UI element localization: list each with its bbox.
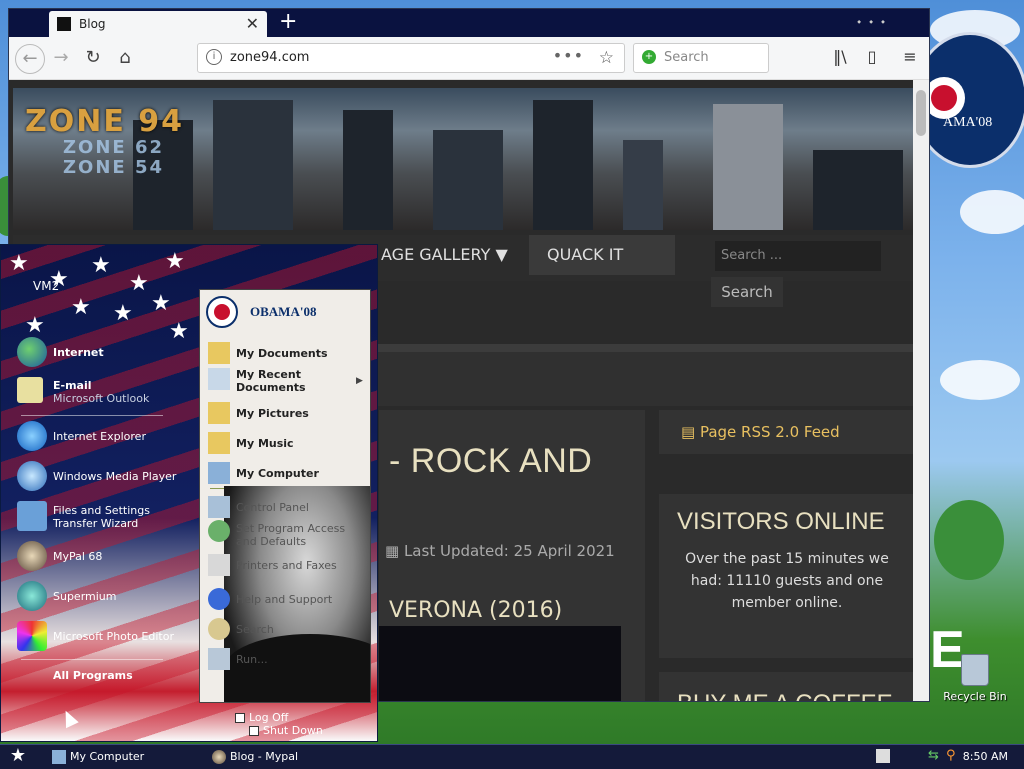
internet-explorer-icon xyxy=(17,421,47,451)
site-search-button[interactable]: Search xyxy=(711,277,783,307)
program-access-icon xyxy=(208,520,230,542)
media-player-icon xyxy=(17,461,47,491)
rss-icon: ▤ xyxy=(681,423,700,441)
globe-icon xyxy=(17,337,47,367)
obama-header: OBAMA'08 xyxy=(206,296,366,332)
site-search-input[interactable]: Search ... xyxy=(715,241,881,271)
info-icon[interactable]: i xyxy=(206,49,222,65)
system-tray: ⇆ ⚲ 8:50 AM xyxy=(874,745,1024,769)
url-bar[interactable]: i zone94.com ••• ☆ xyxy=(197,43,625,73)
mypal-icon xyxy=(212,750,226,764)
submenu-arrow-icon: ▶ xyxy=(356,376,363,386)
nav-bar: ← → ↻ ⌂ i zone94.com ••• ☆ + Search ‖\ ▯… xyxy=(9,37,929,80)
bookmark-star-icon[interactable]: ☆ xyxy=(599,47,614,69)
window-controls[interactable]: ⬩⬩⬩ xyxy=(857,15,893,29)
transfer-wizard-icon xyxy=(17,501,47,531)
all-programs-button[interactable]: All Programs xyxy=(53,669,133,682)
page-scrollbar[interactable] xyxy=(913,80,929,701)
forward-button[interactable]: → xyxy=(49,46,73,70)
menu-quack-it[interactable]: QUACK IT xyxy=(529,235,675,275)
shut-down-icon xyxy=(249,726,259,736)
chevron-down-icon: ▼ xyxy=(495,245,508,264)
recycle-bin-icon xyxy=(961,654,989,686)
photo-editor-icon xyxy=(17,621,47,651)
start-menu: ★ ★ ★ ★ ★ ★ ★ ★ ★ ★ VM2 Internet E-mail M… xyxy=(0,244,378,742)
network-icon[interactable]: ⇆ xyxy=(928,748,939,763)
tab-bar: Blog ✕ + ⬩⬩⬩ xyxy=(9,9,929,37)
tab-blog[interactable]: Blog ✕ xyxy=(49,11,267,37)
outlook-icon xyxy=(17,377,43,403)
search-tray-icon[interactable]: ⚲ xyxy=(946,748,956,763)
article-image xyxy=(379,626,621,701)
pictures-folder-icon xyxy=(208,402,230,424)
folder-icon xyxy=(208,342,230,364)
computer-icon xyxy=(52,750,66,764)
log-off-icon xyxy=(235,713,245,723)
printer-icon xyxy=(208,554,230,576)
visitors-widget: VISITORS ONLINE Over the past 15 minutes… xyxy=(659,494,913,658)
log-off-button[interactable]: Log Off xyxy=(235,711,288,724)
rss-feed-link[interactable]: ▤ Page RSS 2.0 Feed xyxy=(659,410,913,454)
calendar-icon: ▦ xyxy=(385,542,404,560)
menu-image-gallery[interactable]: AGE GALLERY ▼ xyxy=(363,235,526,275)
favicon-icon xyxy=(57,17,71,31)
article-subtitle[interactable]: VERONA (2016) xyxy=(389,598,562,623)
control-panel-icon xyxy=(208,496,230,518)
computer-icon xyxy=(208,462,230,484)
page-actions-icon[interactable]: ••• xyxy=(553,46,584,65)
library-icon[interactable]: ‖\ xyxy=(829,46,851,68)
article-title[interactable]: - ROCK AND xyxy=(389,442,592,481)
close-tab-icon[interactable]: ✕ xyxy=(246,14,259,33)
site-logo[interactable]: ZONE 94 xyxy=(25,104,184,139)
sidebar-icon[interactable]: ▯ xyxy=(861,46,883,68)
reload-button[interactable]: ↻ xyxy=(81,46,105,70)
run-icon xyxy=(208,648,230,670)
site-banner: ZONE 94 ZONE 62 ZONE 54 xyxy=(13,88,913,230)
recycle-bin[interactable]: Recycle Bin xyxy=(940,654,1010,703)
taskbar-item-my-computer[interactable]: My Computer xyxy=(50,747,200,767)
search-engine-icon: + xyxy=(642,50,656,64)
taskbar: ★ My Computer Blog - Mypal ⇆ ⚲ 8:50 AM xyxy=(0,744,1024,769)
new-tab-button[interactable]: + xyxy=(279,9,297,35)
home-button[interactable]: ⌂ xyxy=(113,46,137,70)
menu-icon[interactable]: ≡ xyxy=(899,46,921,68)
taskbar-item-blog[interactable]: Blog - Mypal xyxy=(210,747,370,767)
help-icon xyxy=(208,588,230,610)
browser-search-input[interactable]: + Search xyxy=(633,43,769,73)
keyboard-icon[interactable] xyxy=(876,749,890,763)
shut-down-button[interactable]: Shut Down xyxy=(249,724,323,737)
back-button[interactable]: ← xyxy=(15,44,45,74)
coffee-widget: BUY ME A COFFEE xyxy=(659,672,913,701)
obama-logo-icon xyxy=(206,296,238,328)
clock[interactable]: 8:50 AM xyxy=(963,745,1008,769)
mypal-icon xyxy=(17,541,47,571)
start-button[interactable]: ★ xyxy=(6,745,30,767)
user-name: VM2 xyxy=(33,279,60,293)
supermium-icon xyxy=(17,581,47,611)
last-updated: ▦ Last Updated: 25 April 2021 xyxy=(385,542,615,560)
music-folder-icon xyxy=(208,432,230,454)
start-menu-right-column: OBAMA'08 My Documents My Recent Document… xyxy=(199,289,371,703)
search-icon xyxy=(208,618,230,640)
recent-documents-icon xyxy=(208,368,230,390)
